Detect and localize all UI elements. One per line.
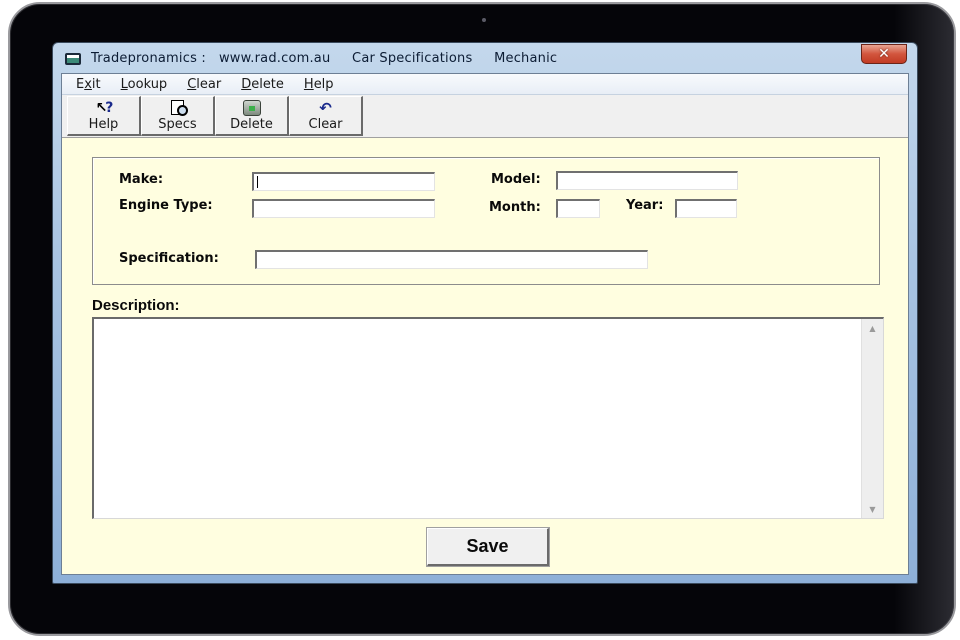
toolbar-clear-button[interactable]: ↶ Clear [289,96,363,136]
save-button[interactable]: Save [426,527,550,567]
toolbar: ↖? Help Specs Delete ↶ Clear [62,95,908,138]
menu-help[interactable]: Help [304,77,334,92]
description-label: Description: [92,297,180,314]
month-input[interactable] [556,199,600,218]
close-icon: ✕ [878,46,890,62]
toolbar-clear-label: Clear [308,116,343,132]
description-scrollbar[interactable]: ▲ ▼ [861,319,883,518]
text-caret [257,176,258,188]
toolbar-delete-button[interactable]: Delete [215,96,289,136]
model-input[interactable] [556,171,738,190]
toolbar-delete-label: Delete [230,116,273,132]
window-title: Tradepronamics : www.rad.com.au Car Spec… [91,50,558,66]
toolbar-help-button[interactable]: ↖? Help [67,96,141,136]
engine-type-label: Engine Type: [119,198,213,213]
toolbar-specs-button[interactable]: Specs [141,96,215,136]
description-textarea[interactable]: ▲ ▼ [92,317,884,519]
menu-delete[interactable]: Delete [241,77,284,92]
camera-icon [482,18,486,22]
make-input[interactable] [252,172,435,191]
menu-exit[interactable]: Exit [76,77,101,92]
trash-icon [242,99,261,116]
menu-lookup[interactable]: Lookup [121,77,168,92]
scroll-down-arrow-icon[interactable]: ▼ [862,500,883,518]
scroll-up-arrow-icon[interactable]: ▲ [862,319,883,337]
model-label: Model: [491,172,541,187]
month-label: Month: [489,200,541,215]
app-window: Tradepronamics : www.rad.com.au Car Spec… [52,42,918,584]
help-pointer-icon: ↖? [95,99,114,116]
make-label: Make: [119,172,164,187]
menu-clear[interactable]: Clear [187,77,221,92]
toolbar-specs-label: Specs [158,116,197,132]
undo-arrow-icon: ↶ [319,98,332,117]
client-area: Exit Lookup Clear Delete Help ↖? Help Sp… [61,73,909,575]
year-label: Year: [626,198,664,213]
vehicle-details-group: Make: Model: Engine Type: Month: Year: S… [92,157,880,285]
title-bar[interactable]: Tradepronamics : www.rad.com.au Car Spec… [53,43,917,73]
toolbar-help-label: Help [88,116,119,132]
specification-input[interactable] [255,250,648,269]
engine-type-input[interactable] [252,199,435,218]
menu-bar: Exit Lookup Clear Delete Help [62,74,908,95]
document-magnifier-icon [171,99,188,116]
app-icon [65,53,81,65]
year-input[interactable] [675,199,737,218]
close-button[interactable]: ✕ [861,44,907,64]
specification-label: Specification: [119,251,219,266]
